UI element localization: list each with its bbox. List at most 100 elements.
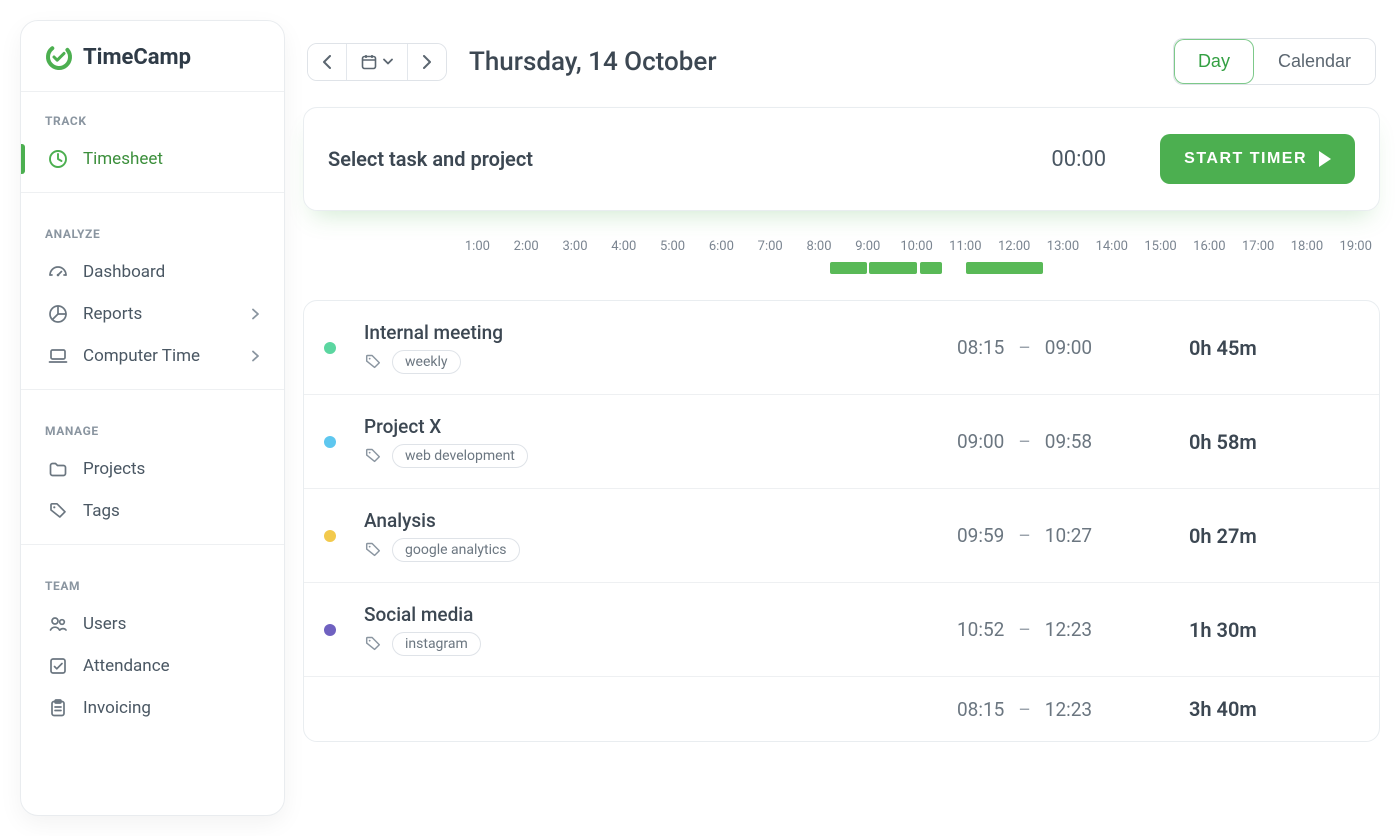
users-icon bbox=[47, 613, 69, 635]
sidebar-item-label: Reports bbox=[83, 304, 142, 324]
sidebar-item-label: Computer Time bbox=[83, 346, 200, 366]
brand: TimeCamp bbox=[21, 35, 284, 92]
entry-color-dot bbox=[324, 342, 336, 354]
main-content: Thursday, 14 October Day Calendar Select… bbox=[303, 20, 1380, 816]
folder-icon bbox=[47, 458, 69, 480]
brand-logo-icon bbox=[45, 43, 73, 71]
dash: – bbox=[1018, 698, 1030, 721]
play-icon bbox=[1319, 151, 1331, 167]
sidebar-item-users[interactable]: Users bbox=[21, 603, 284, 645]
entry-color-dot bbox=[324, 436, 336, 448]
ruler-tick: 3:00 bbox=[551, 239, 600, 254]
start-timer-button[interactable]: START TIMER bbox=[1160, 134, 1355, 184]
entry-tag[interactable]: web development bbox=[392, 444, 528, 468]
ruler-tick: 18:00 bbox=[1283, 239, 1332, 254]
entry-start-time: 08:15 bbox=[957, 336, 1004, 359]
entry-tag-row: google analytics bbox=[364, 538, 945, 562]
tag-icon bbox=[47, 500, 69, 522]
time-entry-row[interactable]: Internal meetingweekly08:15–09:000h 45m bbox=[304, 301, 1379, 395]
sidebar-item-label: Invoicing bbox=[83, 698, 151, 718]
entry-duration: 0h 58m bbox=[1189, 430, 1359, 454]
entry-title: Social media bbox=[364, 603, 945, 626]
nav-section-title: TRACK bbox=[21, 92, 284, 138]
ruler-tick: 12:00 bbox=[990, 239, 1039, 254]
entry-time-range: 10:52–12:23 bbox=[957, 618, 1177, 641]
ruler-span bbox=[966, 262, 1043, 274]
timer-card: Select task and project 00:00 START TIME… bbox=[303, 107, 1380, 211]
ruler-tick: 17:00 bbox=[1234, 239, 1283, 254]
chevron-right-icon bbox=[251, 308, 260, 320]
nav-section-title: ANALYZE bbox=[21, 205, 284, 251]
pie-icon bbox=[47, 303, 69, 325]
time-entry-row[interactable]: Analysis google analytics 09:59–10:27 0h 27… bbox=[304, 489, 1379, 583]
prev-day-button[interactable] bbox=[308, 44, 346, 80]
dash: – bbox=[1018, 524, 1030, 547]
entry-tag[interactable]: google analytics bbox=[392, 538, 520, 562]
sidebar-item-projects[interactable]: Projects bbox=[21, 448, 284, 490]
ruler-tick: 2:00 bbox=[502, 239, 551, 254]
tag-icon bbox=[364, 541, 382, 559]
date-picker-button[interactable] bbox=[346, 44, 407, 80]
sidebar-item-reports[interactable]: Reports bbox=[21, 293, 284, 335]
ruler-tick: 11:00 bbox=[941, 239, 990, 254]
chevron-left-icon bbox=[322, 55, 332, 69]
ruler-tick: 9:00 bbox=[843, 239, 892, 254]
ruler-tick: 15:00 bbox=[1136, 239, 1185, 254]
view-calendar-button[interactable]: Calendar bbox=[1254, 39, 1375, 84]
sidebar-item-tags[interactable]: Tags bbox=[21, 490, 284, 532]
timeline-ruler: 1:002:003:004:005:006:007:008:009:0010:0… bbox=[303, 229, 1380, 300]
ruler-tick: 13:00 bbox=[1039, 239, 1088, 254]
entry-time-range: 09:00–09:58 bbox=[957, 430, 1177, 453]
total-time-range: 08:15–12:23 bbox=[957, 698, 1177, 721]
entry-title: Internal meeting bbox=[364, 321, 945, 344]
dash: – bbox=[1018, 430, 1030, 453]
sidebar-item-attendance[interactable]: Attendance bbox=[21, 645, 284, 687]
entry-tag[interactable]: weekly bbox=[392, 350, 461, 374]
sidebar-item-computer-time[interactable]: Computer Time bbox=[21, 335, 284, 377]
gauge-icon bbox=[47, 261, 69, 283]
entry-title-area: Internal meeting weekly bbox=[364, 321, 945, 374]
sidebar-item-invoicing[interactable]: Invoicing bbox=[21, 687, 284, 729]
topbar: Thursday, 14 October Day Calendar bbox=[303, 20, 1380, 107]
view-day-button[interactable]: Day bbox=[1174, 39, 1254, 84]
sidebar-item-timesheet[interactable]: Timesheet bbox=[21, 138, 284, 180]
tag-icon bbox=[364, 447, 382, 465]
timer-elapsed: 00:00 bbox=[1051, 147, 1106, 172]
date-controls bbox=[307, 43, 447, 81]
time-entry-row[interactable]: Project X web development 09:00–09:58 0h 58… bbox=[304, 395, 1379, 489]
total-start: 08:15 bbox=[957, 698, 1004, 721]
ruler-tick: 4:00 bbox=[599, 239, 648, 254]
ruler-tick: 14:00 bbox=[1087, 239, 1136, 254]
ruler-tick: 19:00 bbox=[1331, 239, 1380, 254]
entry-duration: 0h 45m bbox=[1189, 336, 1359, 360]
tag-icon bbox=[364, 353, 382, 371]
entry-end-time: 09:58 bbox=[1045, 430, 1092, 453]
entry-start-time: 09:59 bbox=[957, 524, 1004, 547]
entry-title: Project X bbox=[364, 415, 945, 438]
next-day-button[interactable] bbox=[407, 44, 446, 80]
entry-title-area: Social media instagram bbox=[364, 603, 945, 656]
clock-icon bbox=[47, 148, 69, 170]
entry-duration: 0h 27m bbox=[1189, 524, 1359, 548]
task-project-input[interactable]: Select task and project bbox=[328, 147, 533, 171]
ruler-span bbox=[830, 262, 867, 274]
ruler-tick: 10:00 bbox=[892, 239, 941, 254]
ruler-tick: 5:00 bbox=[648, 239, 697, 254]
nav-section-title: TEAM bbox=[21, 557, 284, 603]
nav-divider bbox=[21, 544, 284, 545]
brand-name: TimeCamp bbox=[83, 45, 191, 70]
ruler-tick: 1:00 bbox=[453, 239, 502, 254]
entry-tag[interactable]: instagram bbox=[392, 632, 481, 656]
check-square-icon bbox=[47, 655, 69, 677]
sidebar-item-label: Projects bbox=[83, 459, 145, 479]
total-duration: 3h 40m bbox=[1189, 697, 1359, 721]
time-entry-row[interactable]: Social mediainstagram10:52–12:231h 30m bbox=[304, 583, 1379, 677]
time-entries-list: Internal meetingweekly08:15–09:000h 45mP… bbox=[303, 300, 1380, 742]
sidebar-item-label: Timesheet bbox=[83, 149, 163, 169]
entry-end-time: 10:27 bbox=[1045, 524, 1092, 547]
ruler-span bbox=[869, 262, 917, 274]
entry-tag-row: weekly bbox=[364, 350, 945, 374]
entry-title: Analysis bbox=[364, 509, 945, 532]
entry-title-area: Project X web development bbox=[364, 415, 945, 468]
sidebar-item-dashboard[interactable]: Dashboard bbox=[21, 251, 284, 293]
